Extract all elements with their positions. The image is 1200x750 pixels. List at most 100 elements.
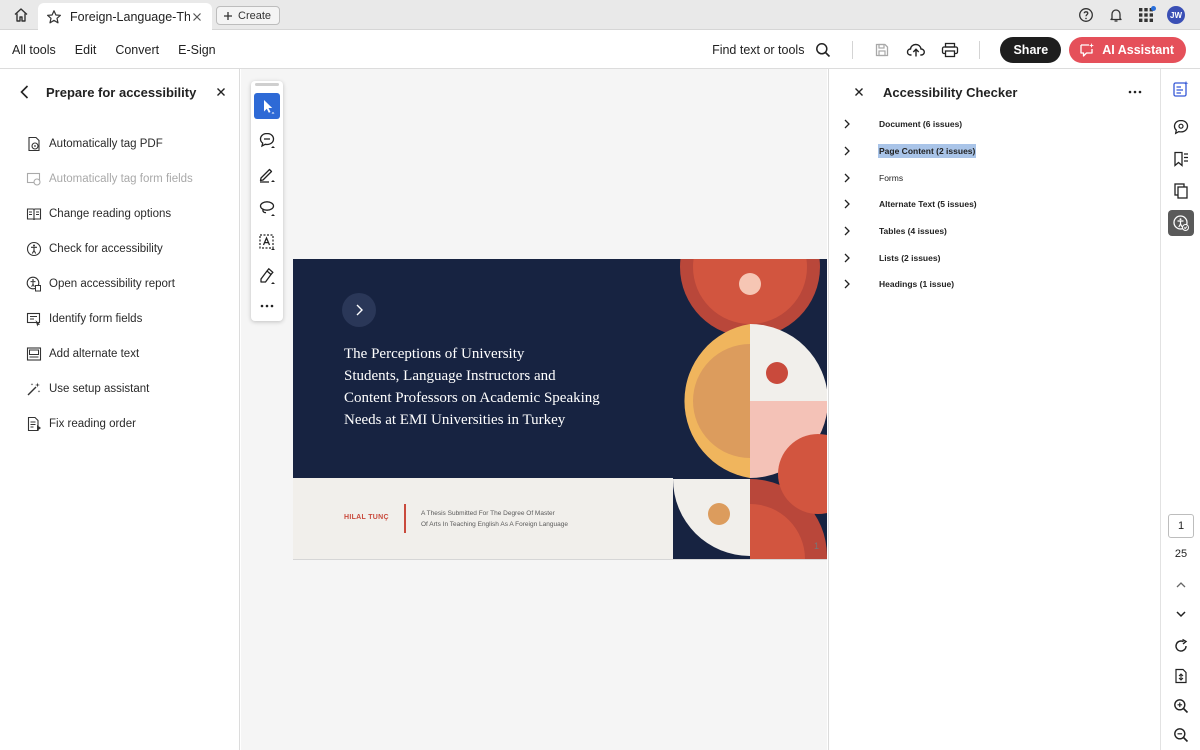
chevron-right-icon[interactable] — [841, 278, 853, 290]
more-tools-button[interactable] — [254, 293, 280, 319]
tool-label: Fix reading order — [49, 417, 136, 430]
more-options-icon[interactable] — [1127, 84, 1143, 100]
tool-label: Change reading options — [49, 207, 172, 220]
tool-change-reading-options[interactable]: Change reading options — [26, 196, 193, 231]
close-panel-icon[interactable] — [214, 85, 228, 99]
text-box-icon — [259, 234, 275, 250]
star-icon[interactable] — [46, 9, 62, 25]
home-icon[interactable] — [8, 4, 34, 26]
user-avatar[interactable]: JW — [1166, 5, 1186, 25]
zoom-in-button[interactable] — [1168, 693, 1194, 719]
issue-row-forms[interactable]: Forms — [841, 164, 978, 191]
chevron-right-icon[interactable] — [841, 225, 853, 237]
rotate-button[interactable] — [1168, 633, 1194, 659]
menu-convert[interactable]: Convert — [115, 43, 159, 57]
bookmarks-button[interactable] — [1168, 146, 1194, 172]
menu-all-tools[interactable]: All tools — [12, 43, 56, 57]
menu-e-sign[interactable]: E-Sign — [178, 43, 216, 57]
cover-footer-block: HILAL TUNÇ A Thesis Submitted For The De… — [293, 478, 673, 559]
comment-add-icon — [259, 132, 275, 148]
ai-assistant-icon — [1080, 42, 1095, 57]
tool-use-setup-assistant[interactable]: Use setup assistant — [26, 371, 193, 406]
tool-fix-reading-order[interactable]: Fix reading order — [26, 406, 193, 441]
highlight-tool-button[interactable] — [254, 161, 280, 187]
thesis-line: A Thesis Submitted For The Degree Of Mas… — [421, 510, 555, 517]
issue-row-tables[interactable]: Tables (4 issues) — [841, 218, 978, 245]
page-display-button[interactable] — [1168, 663, 1194, 689]
page-scroll-icon — [1175, 668, 1187, 684]
cover-arrow-circle — [342, 293, 376, 327]
panel-header: Prepare for accessibility — [16, 81, 228, 103]
ai-assistant-button[interactable]: AI Assistant — [1069, 36, 1186, 63]
share-button[interactable]: Share — [1000, 36, 1062, 63]
cloud-upload-icon[interactable] — [905, 39, 927, 61]
chevron-right-icon[interactable] — [841, 252, 853, 264]
search-icon[interactable] — [812, 39, 834, 61]
save-icon[interactable] — [871, 39, 893, 61]
issue-row-lists[interactable]: Lists (2 issues) — [841, 244, 978, 271]
page-number: 1 — [813, 541, 819, 551]
help-icon[interactable] — [1076, 5, 1096, 25]
cursor-arrow-icon — [264, 100, 275, 114]
geometric-cover-art — [673, 259, 827, 559]
close-tab-icon[interactable] — [190, 10, 204, 24]
tool-open-accessibility-report[interactable]: Open accessibility report — [26, 266, 193, 301]
tool-identify-form-fields[interactable]: Identify form fields — [26, 301, 193, 336]
notifications-bell-icon[interactable] — [1106, 5, 1126, 25]
comments-button[interactable] — [1168, 114, 1194, 140]
chevron-right-icon[interactable] — [841, 145, 853, 157]
chevron-right-icon — [356, 304, 363, 316]
pen-icon — [259, 168, 275, 183]
fill-sign-pen-icon — [260, 267, 275, 284]
create-button[interactable]: Create — [216, 6, 281, 25]
zoom-out-icon — [1174, 728, 1189, 743]
tool-automatically-tag-pdf[interactable]: Automatically tag PDF — [26, 126, 193, 161]
issue-label: Document (6 issues) — [879, 119, 963, 130]
toolbar-grip[interactable] — [255, 83, 279, 86]
page-edge — [293, 559, 827, 560]
comment-icon — [1173, 119, 1189, 135]
issue-row-alternate-text[interactable]: Alternate Text (5 issues) — [841, 191, 978, 218]
issue-row-document[interactable]: Document (6 issues) — [841, 111, 978, 138]
print-icon[interactable] — [939, 39, 961, 61]
previous-page-button[interactable] — [1168, 572, 1194, 598]
tool-automatically-tag-form-fields[interactable]: Automatically tag form fields — [26, 161, 193, 196]
comment-tool-button[interactable] — [254, 127, 280, 153]
total-pages: 25 — [1174, 548, 1188, 560]
menu-edit[interactable]: Edit — [75, 43, 97, 57]
tool-add-alternate-text[interactable]: Add alternate text — [26, 336, 193, 371]
document-tab[interactable]: Foreign-Language-The... — [38, 3, 212, 30]
tool-check-for-accessibility[interactable]: Check for accessibility — [26, 231, 193, 266]
ai-summary-button[interactable] — [1168, 76, 1194, 102]
close-checker-icon[interactable] — [853, 86, 865, 98]
apps-grid-icon[interactable] — [1136, 5, 1156, 25]
tool-label: Automatically tag form fields — [49, 172, 193, 185]
ai-summary-icon — [1173, 80, 1189, 97]
back-arrow-icon[interactable] — [16, 83, 34, 101]
fill-sign-tool-button[interactable] — [254, 263, 280, 289]
panel-title: Prepare for accessibility — [46, 84, 197, 100]
chevron-right-icon[interactable] — [841, 118, 853, 130]
find-text-or-tools[interactable]: Find text or tools — [712, 43, 804, 57]
text-box-tool-button[interactable] — [254, 229, 280, 255]
chevron-right-icon[interactable] — [841, 172, 853, 184]
issue-row-headings[interactable]: Headings (1 issue) — [841, 271, 978, 298]
accessibility-checker-button[interactable] — [1168, 210, 1194, 236]
zoom-out-button[interactable] — [1168, 722, 1194, 748]
reading-options-icon — [26, 207, 42, 220]
next-page-button[interactable] — [1168, 601, 1194, 627]
pages-button[interactable] — [1168, 178, 1194, 204]
select-tool-button[interactable] — [254, 93, 280, 119]
document-viewer[interactable]: The Perceptions of University Students, … — [241, 69, 827, 750]
cover-title-block: The Perceptions of University Students, … — [293, 259, 673, 478]
chevron-right-icon[interactable] — [841, 198, 853, 210]
issue-row-page-content[interactable]: Page Content (2 issues) — [841, 138, 978, 165]
tab-title: Foreign-Language-The... — [70, 9, 190, 24]
lasso-icon — [259, 201, 275, 216]
accessibility-report-icon — [26, 276, 41, 291]
current-page-input[interactable]: 1 — [1168, 514, 1194, 538]
draw-tool-button[interactable] — [254, 195, 280, 221]
accent-divider — [404, 504, 406, 533]
setup-assistant-icon — [27, 382, 41, 395]
title-line: Students, Language Instructors and — [344, 368, 556, 384]
